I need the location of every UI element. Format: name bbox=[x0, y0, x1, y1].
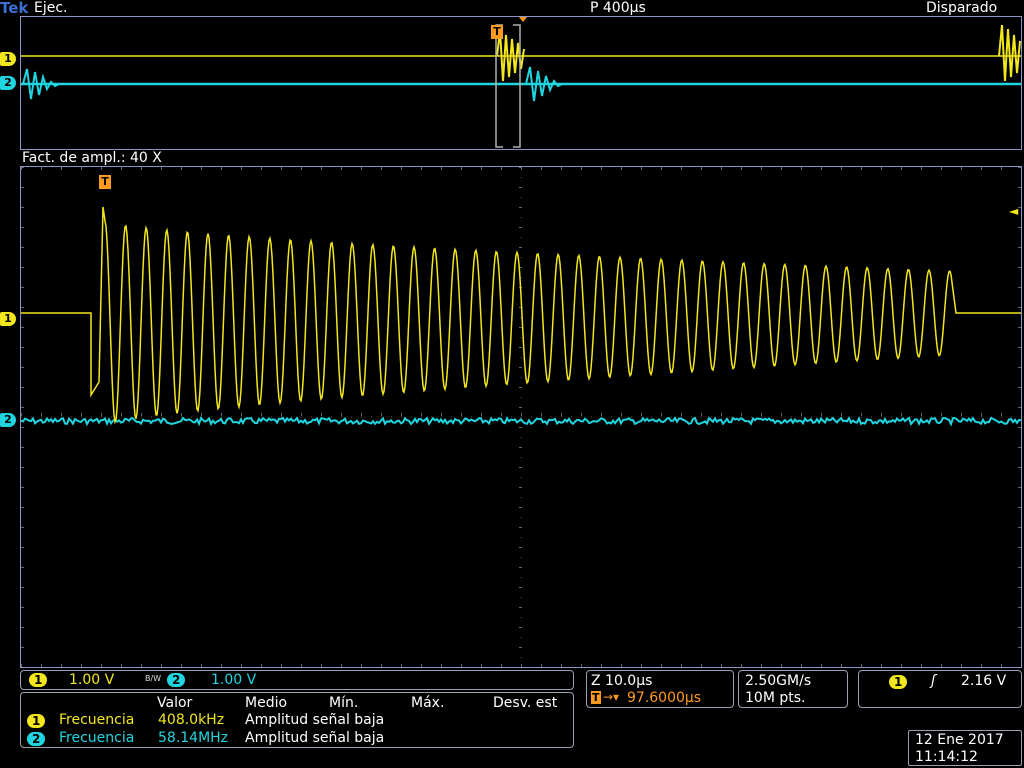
zoom-ch2-trace bbox=[21, 415, 1021, 427]
overview-trigger-position-icon bbox=[519, 17, 527, 22]
meas-row2-name: Frecuencia bbox=[59, 730, 135, 746]
meas-header-max: Máx. bbox=[411, 695, 445, 711]
overview-ch1-marker[interactable]: 1 bbox=[0, 52, 16, 66]
zoom-trigger-marker: T bbox=[99, 175, 111, 189]
meas-row2-channel: 2 bbox=[27, 732, 46, 746]
run-state: Ejec. bbox=[34, 0, 68, 16]
trigger-status: Disparado bbox=[926, 0, 998, 16]
zoom-waveforms bbox=[21, 206, 1021, 427]
zoom-region-bracket bbox=[495, 24, 521, 148]
overview-ch1-burst-2 bbox=[998, 24, 1021, 82]
channel-scale-box[interactable]: 1 1.00 V B/W 2 1.00 V bbox=[20, 670, 574, 690]
overview-trigger-marker: T bbox=[491, 25, 503, 39]
sample-rate[interactable]: 2.50GM/s bbox=[745, 673, 811, 689]
zoom-timing-box[interactable]: Z 10.0µs T →▾ 97.6000µs bbox=[586, 670, 734, 708]
meas-header-stddev: Desv. est bbox=[493, 695, 558, 711]
zoom-timebase[interactable]: Z 10.0µs bbox=[591, 673, 652, 689]
overview-waveforms bbox=[21, 17, 1021, 148]
zoom-ch1-trace bbox=[21, 206, 1021, 425]
overview-ch2-marker[interactable]: 2 bbox=[0, 76, 16, 90]
datetime-box: 12 Ene 2017 11:14:12 bbox=[908, 730, 1022, 766]
meas-header-min: Mín. bbox=[329, 695, 359, 711]
trigger-level-arrow-icon: ◄ bbox=[1009, 204, 1019, 218]
time: 11:14:12 bbox=[915, 749, 978, 765]
zoom-factor-label: Fact. de ampl.: 40 X bbox=[22, 150, 162, 166]
ch2-badge[interactable]: 2 bbox=[167, 673, 186, 687]
delay-arrow-icon: →▾ bbox=[603, 690, 620, 704]
meas-header-value: Valor bbox=[157, 695, 193, 711]
meas-row1-name: Frecuencia bbox=[59, 712, 135, 728]
meas-row1-note: Amplitud señal baja bbox=[245, 712, 385, 728]
overview-ch2-burst-1 bbox=[22, 68, 60, 100]
ch2-scale[interactable]: 1.00 V bbox=[211, 672, 256, 688]
meas-row1-channel: 1 bbox=[27, 714, 46, 728]
overview-window[interactable]: T bbox=[20, 16, 1022, 150]
zoom-window[interactable]: T ◄ bbox=[20, 166, 1022, 668]
measurements-panel[interactable]: Valor Medio Mín. Máx. Desv. est 1 Frecue… bbox=[20, 692, 574, 748]
overview-ch2-burst-2 bbox=[525, 66, 563, 102]
bandwidth-limit-icon: B/W bbox=[145, 674, 162, 683]
meas-row2-note: Amplitud señal baja bbox=[245, 730, 385, 746]
trigger-delay-icon: T bbox=[591, 691, 601, 704]
trigger-source-badge[interactable]: 1 bbox=[889, 675, 908, 689]
tek-logo: Tek bbox=[0, 0, 29, 17]
meas-row2-value: 58.14MHz bbox=[158, 730, 229, 746]
date: 12 Ene 2017 bbox=[915, 732, 1004, 748]
trigger-delay[interactable]: 97.6000µs bbox=[627, 690, 701, 706]
zoom-ch1-marker[interactable]: 1 bbox=[0, 312, 16, 326]
acquisition-box[interactable]: 2.50GM/s 10M pts. bbox=[738, 670, 848, 708]
trigger-level[interactable]: 2.16 V bbox=[961, 673, 1006, 689]
record-length[interactable]: 10M pts. bbox=[745, 690, 805, 706]
meas-header-mean: Medio bbox=[245, 695, 288, 711]
meas-row1-value: 408.0kHz bbox=[158, 712, 225, 728]
timebase-readout: P 400µs bbox=[590, 0, 646, 16]
rising-edge-icon: ʃ bbox=[931, 673, 936, 689]
zoom-ch2-marker[interactable]: 2 bbox=[0, 413, 16, 427]
trigger-box[interactable]: 1 ʃ 2.16 V bbox=[858, 670, 1022, 708]
ch1-badge[interactable]: 1 bbox=[29, 673, 48, 687]
ch1-scale[interactable]: 1.00 V bbox=[69, 672, 114, 688]
